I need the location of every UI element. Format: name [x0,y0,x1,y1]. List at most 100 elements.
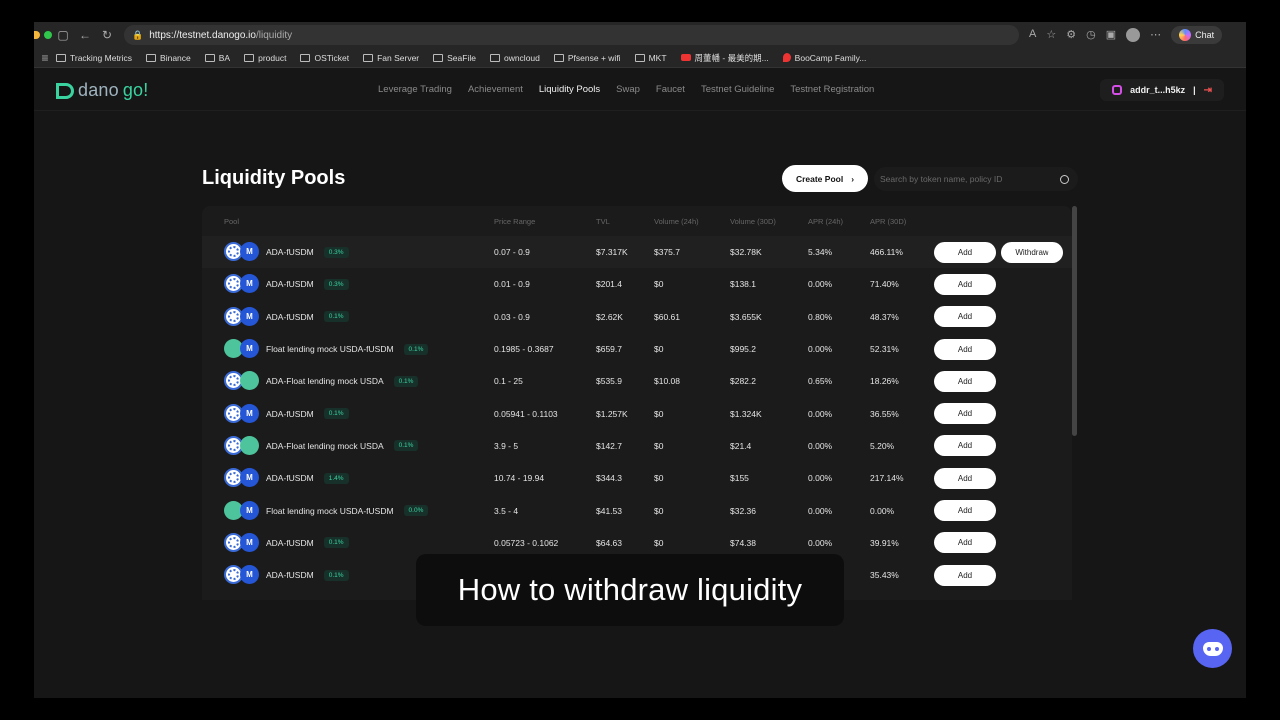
table-scrollbar[interactable] [1072,206,1077,436]
volume-30d: $282.2 [730,376,756,387]
pool-cell: M Float lending mock USDA-fUSDM 0.1% [202,339,494,359]
back-icon[interactable]: ← [74,28,96,42]
table-row[interactable]: M ADA-fUSDM 0.1% 0.05941 - 0.1103 $1.257K $0 $… [202,397,1072,429]
add-button[interactable]: Add [934,338,996,360]
add-button[interactable]: Add [934,241,996,263]
table-row[interactable]: M Float lending mock USDA-fUSDM 0.0% 3.5 - … [202,494,1072,526]
bookmark-sidebar-icon[interactable]: ≡ [34,51,56,65]
menu-item-faucet[interactable]: Faucet [656,84,685,95]
bookmark-item[interactable]: SeaFile [433,52,476,64]
fee-badge: 0.3% [323,246,349,258]
chat-button[interactable]: Chat [1171,26,1223,44]
menu-item-testnet-registration[interactable]: Testnet Registration [790,84,874,95]
price-range: 3.9 - 5 [494,440,519,451]
menu-item-leverage-trading[interactable]: Leverage Trading [378,84,452,95]
add-button[interactable]: Add [934,467,996,489]
bookmark-item[interactable]: MKT [634,52,667,64]
column-header[interactable]: Pool [202,217,494,226]
fee-badge: 0.1% [323,408,349,420]
folder-icon [433,53,444,62]
add-button[interactable]: Add [934,500,996,522]
table-row[interactable]: ADA-Float lending mock USDA 0.1% 0.1 - 25 $… [202,365,1072,397]
table-row[interactable]: ADA-Float lending mock USDA 0.1% 3.9 - 5 $1… [202,430,1072,462]
reload-icon[interactable]: ↻ [96,28,118,42]
disconnect-icon[interactable]: ⇥ [1204,85,1212,96]
search-input[interactable] [880,174,1060,184]
add-button[interactable]: Add [934,532,996,554]
bookmark-item[interactable]: BA [204,52,230,64]
add-button[interactable]: Add [934,564,996,586]
volume-24h: $0 [654,473,664,484]
profile-avatar[interactable] [1126,28,1141,42]
read-aloud-icon[interactable]: A [1029,28,1036,42]
search-icon[interactable] [1060,174,1069,184]
bookmark-item[interactable]: BooCamp Family... [782,52,866,64]
menu-item-achievement[interactable]: Achievement [468,84,523,95]
menu-item-testnet-guideline[interactable]: Testnet Guideline [701,84,774,95]
table-row[interactable]: M ADA-fUSDM 1.4% 10.74 - 19.94 $344.3 $0 $155 0… [202,462,1072,494]
add-button[interactable]: Add [934,306,996,328]
add-button[interactable]: Add [934,370,996,392]
column-header[interactable]: TVL [596,217,654,226]
table-row[interactable]: M ADA-fUSDM 0.3% 0.01 - 0.9 $201.4 $0 $138.1 0.… [202,268,1072,300]
pool-cell: M ADA-fUSDM 0.3% [202,274,494,294]
bookmark-item[interactable]: Fan Server [363,52,419,64]
fee-badge: 0.1% [403,343,429,355]
bookmark-item[interactable]: product [244,52,286,64]
pool-pair: ADA-Float lending mock USDA [266,440,384,451]
more-icon[interactable]: ⋯ [1150,28,1161,42]
add-button[interactable]: Add [934,435,996,457]
pools-table: Pool Price Range TVL Volume (24h) Volume (30… [202,206,1072,600]
table-row[interactable]: M Float lending mock USDA-fUSDM 0.1% 0.1985… [202,333,1072,365]
folder-icon [300,53,311,62]
fusdm-token-icon: M [240,468,259,488]
tvl-value: $201.4 [596,279,622,290]
screen-icon[interactable]: ▣ [1106,28,1116,42]
discord-button[interactable] [1193,629,1232,668]
column-header[interactable]: APR (24h) [808,217,870,226]
bookmark-item[interactable]: Tracking Metrics [56,52,132,64]
create-pool-button[interactable]: Create Pool › [782,165,868,192]
menu-item-swap[interactable]: Swap [616,84,640,95]
column-header[interactable]: APR (30D) [870,217,934,226]
bookmark-item[interactable]: OSTicket [300,52,349,64]
window-maximize-icon[interactable] [44,31,52,39]
bookmark-item[interactable]: Binance [146,52,191,64]
folder-icon [363,53,374,62]
column-header[interactable]: Price Range [494,217,596,226]
pool-pair: ADA-fUSDM [266,537,314,548]
wallet-address: addr_t...h5kz [1130,85,1186,95]
pool-cell: M ADA-fUSDM 0.1% [202,306,494,327]
bookmark-label: 周董幡 - 最美的期... [694,52,769,63]
column-header[interactable]: Volume (24h) [654,217,730,226]
fee-badge: 0.1% [323,569,349,581]
fee-badge: 0.1% [323,537,349,549]
add-button[interactable]: Add [934,403,996,425]
table-row[interactable]: M ADA-fUSDM 0.3% 0.07 - 0.9 $7.317K $375.7 $32… [202,236,1072,269]
favorite-icon[interactable]: ☆ [1046,28,1056,42]
danogo-logo[interactable]: dano go! [56,80,148,101]
pool-cell: M ADA-fUSDM 0.3% [202,242,494,262]
window-minimize-icon[interactable] [34,31,40,39]
extensions-icon[interactable]: ⚙ [1066,28,1076,42]
table-row[interactable]: M ADA-fUSDM 0.1% 0.03 - 0.9 $2.62K $60.61 $3.6… [202,301,1072,333]
pool-cell: ADA-Float lending mock USDA 0.1% [202,371,494,391]
column-header[interactable]: Volume (30D) [730,217,808,226]
bookmark-item[interactable]: owncloud [489,52,540,64]
folder-icon [56,53,66,62]
tvl-value: $2.62K [596,311,623,322]
add-button[interactable]: Add [934,273,996,295]
wallet-button[interactable]: addr_t...h5kz | ⇥ [1100,79,1224,101]
history-icon[interactable]: ◷ [1086,28,1096,42]
copilot-icon [1179,29,1192,41]
volume-30d: $32.78K [730,247,762,258]
bookmark-item[interactable]: 周董幡 - 最美的期... [680,52,769,64]
url-field[interactable]: 🔒 https://testnet.danogo.io/liquidity [124,25,1019,45]
tabs-icon[interactable]: ▢ [52,28,74,42]
bookmark-item[interactable]: Pfsense + wifi [553,52,621,64]
row-actions: Add [934,403,996,425]
volume-24h: $0 [654,408,664,419]
menu-item-liquidity-pools[interactable]: Liquidity Pools [539,84,600,95]
row-actions: Add [934,435,996,457]
tvl-value: $64.63 [596,537,622,548]
